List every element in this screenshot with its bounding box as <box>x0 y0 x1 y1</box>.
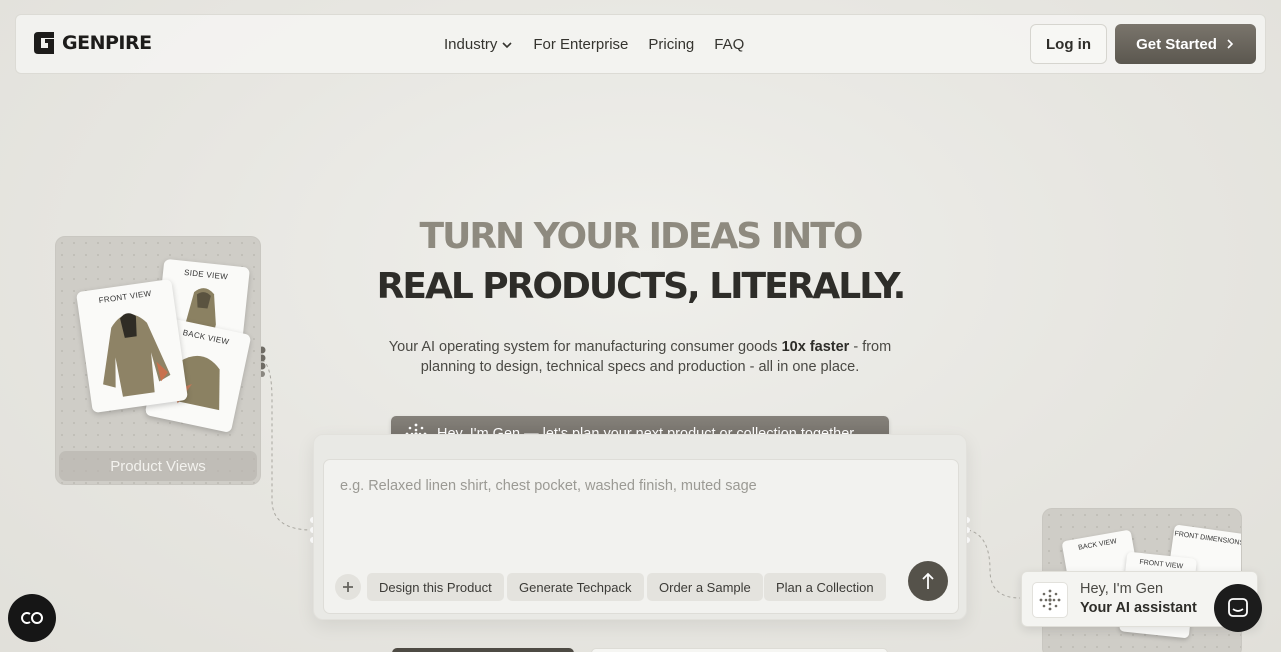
product-views-card[interactable]: SIDE VIEW BACK VIEW FRONT VIEW Product V… <box>55 236 261 485</box>
gen-sparkle-icon <box>1039 589 1061 611</box>
co-icon <box>21 612 43 624</box>
plus-icon <box>343 582 353 592</box>
chip-design-product[interactable]: Design this Product <box>367 573 504 601</box>
bottom-button-light[interactable] <box>591 648 888 652</box>
chat-launcher-button[interactable] <box>1214 584 1262 632</box>
chip-generate-techpack[interactable]: Generate Techpack <box>507 573 644 601</box>
add-attachment-button[interactable] <box>335 574 361 600</box>
prompt-placeholder: e.g. Relaxed linen shirt, chest pocket, … <box>340 478 757 494</box>
assistant-greeting: Hey, I'm Gen <box>1080 581 1164 597</box>
front-view-photo: FRONT VIEW <box>75 278 189 414</box>
sketch-caption: BACK VIEW <box>1077 538 1118 552</box>
accessibility-widget-button[interactable] <box>8 594 56 642</box>
chat-icon <box>1228 598 1248 617</box>
chip-plan-collection[interactable]: Plan a Collection <box>764 573 886 601</box>
assistant-role: Your AI assistant <box>1080 600 1197 616</box>
send-button[interactable] <box>908 561 948 601</box>
product-views-label: Product Views <box>59 451 257 481</box>
chip-order-sample[interactable]: Order a Sample <box>647 573 763 601</box>
gen-assistant-icon <box>1032 582 1068 618</box>
bottom-button-dark[interactable] <box>392 648 574 652</box>
sketch-caption: FRONT DIMENSIONS <box>1173 530 1242 548</box>
prompt-panel: e.g. Relaxed linen shirt, chest pocket, … <box>313 434 967 620</box>
arrow-up-icon <box>922 572 934 589</box>
prompt-input[interactable]: e.g. Relaxed linen shirt, chest pocket, … <box>323 459 959 614</box>
sketch-caption: FRONT VIEW <box>1139 558 1184 571</box>
